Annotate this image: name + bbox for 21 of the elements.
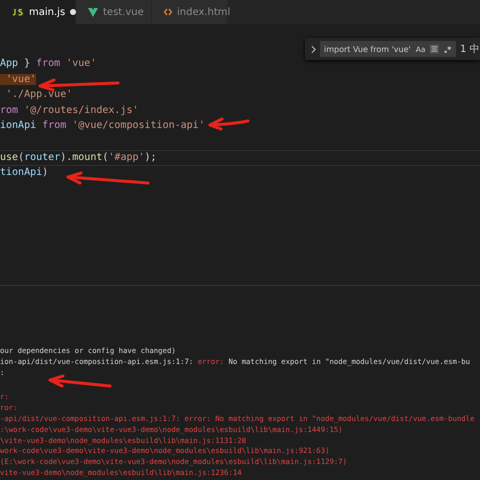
editor-tab[interactable]: index.html <box>152 0 228 24</box>
editor-tab[interactable]: main.js <box>0 0 76 24</box>
arrow-drawing <box>208 118 250 130</box>
whole-word-icon[interactable] <box>430 43 440 55</box>
code-line: ionApi from '@vue/composition-api' <box>0 119 205 132</box>
regex-icon[interactable] <box>444 44 452 54</box>
code-line: App } from 'vue' <box>0 57 96 70</box>
match-count: 1 中 <box>460 42 480 56</box>
vue-file-icon <box>88 8 98 16</box>
editor-tab[interactable]: test.vue <box>76 0 152 24</box>
tab-label: index.html <box>177 6 230 18</box>
js-file-icon <box>12 8 24 16</box>
chevron-icon[interactable] <box>311 44 316 54</box>
html-file-icon <box>164 8 172 16</box>
tab-label: test.vue <box>103 6 144 18</box>
tab-label: main.js <box>29 6 66 18</box>
code-line: use(router).mount('#app'); <box>0 151 157 164</box>
arrow-drawing <box>48 374 112 388</box>
code-line: rom '@/routes/index.js' <box>0 104 138 117</box>
code-line: tionApi) <box>0 166 48 179</box>
code-line: './App.vue' <box>5 88 72 102</box>
